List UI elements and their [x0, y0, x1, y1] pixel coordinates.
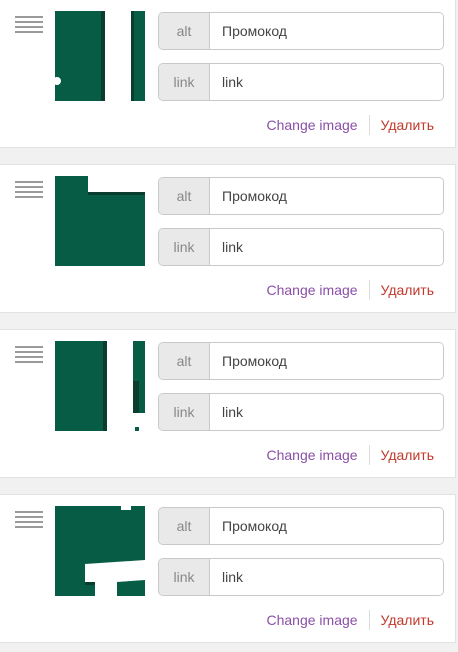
drag-handle-icon[interactable] [15, 346, 43, 365]
alt-addon-label: alt [159, 343, 210, 379]
link-input-group: link [158, 558, 444, 596]
action-divider [368, 115, 370, 135]
image-item-card: alt link Change image Удалить [0, 329, 456, 478]
link-addon-label: link [159, 394, 210, 430]
action-divider [368, 280, 370, 300]
change-image-link[interactable]: Change image [266, 447, 357, 463]
link-addon-label: link [159, 64, 210, 100]
image-item-card: alt link Change image Удалить [0, 0, 456, 148]
image-thumbnail [55, 176, 145, 266]
image-item-card: alt link Change image Удалить [0, 164, 456, 313]
action-divider [368, 445, 370, 465]
image-item-card: alt link Change image Удалить [0, 494, 456, 643]
delete-link[interactable]: Удалить [381, 447, 434, 463]
link-input[interactable] [210, 559, 443, 595]
image-thumbnail [55, 11, 145, 101]
alt-addon-label: alt [159, 508, 210, 544]
drag-handle-icon[interactable] [15, 16, 43, 35]
image-thumbnail [55, 341, 145, 431]
action-divider [368, 610, 370, 630]
change-image-link[interactable]: Change image [266, 282, 357, 298]
link-input[interactable] [210, 229, 443, 265]
alt-addon-label: alt [159, 13, 210, 49]
alt-input[interactable] [210, 508, 443, 544]
drag-handle-icon[interactable] [15, 181, 43, 200]
alt-input-group: alt [158, 12, 444, 50]
drag-handle-icon[interactable] [15, 511, 43, 530]
alt-input-group: alt [158, 342, 444, 380]
link-addon-label: link [159, 559, 210, 595]
link-addon-label: link [159, 229, 210, 265]
alt-input-group: alt [158, 507, 444, 545]
alt-addon-label: alt [159, 178, 210, 214]
item-actions: Change image Удалить [266, 610, 434, 630]
item-actions: Change image Удалить [266, 115, 434, 135]
alt-input[interactable] [210, 178, 443, 214]
alt-input[interactable] [210, 343, 443, 379]
change-image-link[interactable]: Change image [266, 117, 357, 133]
link-input-group: link [158, 228, 444, 266]
alt-input-group: alt [158, 177, 444, 215]
alt-input[interactable] [210, 13, 443, 49]
delete-link[interactable]: Удалить [381, 282, 434, 298]
item-actions: Change image Удалить [266, 445, 434, 465]
link-input-group: link [158, 63, 444, 101]
image-thumbnail [55, 506, 145, 596]
delete-link[interactable]: Удалить [381, 117, 434, 133]
change-image-link[interactable]: Change image [266, 612, 357, 628]
link-input-group: link [158, 393, 444, 431]
delete-link[interactable]: Удалить [381, 612, 434, 628]
link-input[interactable] [210, 64, 443, 100]
item-actions: Change image Удалить [266, 280, 434, 300]
link-input[interactable] [210, 394, 443, 430]
